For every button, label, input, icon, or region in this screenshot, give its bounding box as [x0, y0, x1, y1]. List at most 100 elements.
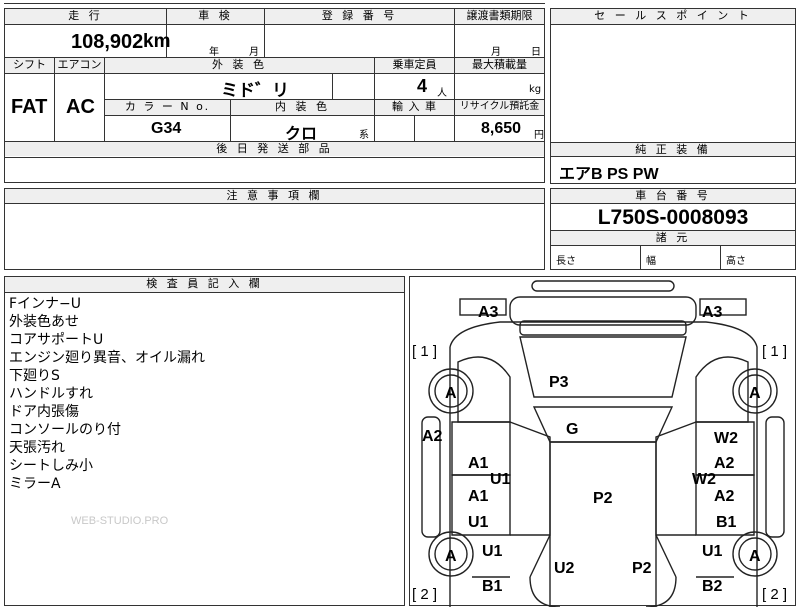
roof-right	[550, 441, 657, 607]
label-u1-left-3: U1	[482, 543, 503, 560]
chassis-title: 車 台 番 号	[551, 189, 795, 204]
width-cell: 幅	[641, 246, 721, 269]
registration-label: 登 録 番 号	[265, 9, 455, 25]
ac-cell: AC	[55, 74, 105, 142]
import-cell-b	[415, 116, 455, 142]
right-pillar	[655, 421, 697, 536]
int-color-cell: クロ 系	[231, 116, 375, 143]
load-unit: kg	[529, 84, 542, 95]
transfer-cell: 月 日	[455, 25, 544, 58]
int-color-unit: 系	[359, 130, 369, 141]
label-b1-left: B1	[482, 578, 503, 595]
right-front-fender	[695, 356, 749, 423]
length-cell: 長さ	[551, 246, 641, 269]
later-parts-label: 後 日 発 送 部 品	[5, 142, 544, 156]
recycle-label: リサイクル預託金	[455, 100, 544, 116]
note-line: 下廻りS	[9, 368, 60, 384]
capacity-label: 乗車定員	[375, 58, 455, 74]
sales-point-title: セ ー ル ス ポ イ ン ト	[551, 9, 795, 25]
label-a2-right-1: A2	[714, 455, 735, 472]
equipment-value: エアB PS PW	[559, 166, 659, 183]
left-pillar	[509, 421, 551, 536]
label-a1-left-2: A1	[468, 488, 489, 505]
label-a3-left: A3	[478, 304, 499, 321]
note-line: 天張汚れ	[9, 440, 65, 456]
equipment-title: 純 正 装 備	[551, 143, 795, 157]
note-line: 外装色あせ	[9, 314, 79, 330]
note-line: ドア内張傷	[9, 404, 79, 420]
label-a2-left: A2	[422, 428, 443, 445]
capacity-value: 4	[417, 76, 428, 96]
ac-label: エアコン	[55, 58, 105, 74]
int-color-value: クロ	[285, 126, 318, 143]
top-cut-row	[4, 0, 545, 4]
label-u2: U2	[554, 560, 575, 577]
body-outline-top	[449, 321, 758, 607]
shift-value: FAT	[11, 96, 48, 118]
label-bracket-1-left: [ 1 ]	[412, 343, 437, 360]
import-label: 輸 入 車	[375, 100, 455, 116]
inspection-cell: 年 月	[167, 25, 265, 58]
capacity-cell: 4 人	[375, 74, 455, 100]
label-tire-fr: A	[749, 385, 761, 402]
registration-cell	[265, 25, 455, 57]
inspection-year-unit: 年	[209, 47, 219, 58]
ext-color-extra-cell	[333, 74, 375, 100]
hood	[519, 336, 687, 398]
rear-left-curve	[529, 576, 561, 607]
label-bracket-2-right: [ 2 ]	[762, 586, 787, 603]
note-line: Fインナ−U	[9, 296, 82, 312]
label-tire-rr: A	[749, 548, 761, 565]
label-tire-rl: A	[445, 548, 457, 565]
recycle-unit: 円	[534, 130, 544, 141]
label-u1-left-1: U1	[490, 471, 511, 488]
label-a2-right-2: A2	[714, 488, 735, 505]
label-tire-fl: A	[445, 385, 457, 402]
label-b2-right: B2	[702, 578, 723, 595]
ext-color-value: ミド゛リ	[221, 81, 289, 100]
transfer-label: 譲渡書類期限	[455, 9, 544, 25]
inspector-notes: Fインナ−U 外装色あせ コアサポートU エンジン廻り異音、オイル漏れ 下廻りS…	[9, 295, 399, 493]
capacity-unit: 人	[437, 88, 447, 99]
color-no-value: G34	[151, 120, 182, 137]
note-line: ミラーA	[9, 476, 61, 492]
equipment-box: 純 正 装 備 エアB PS PW	[550, 142, 796, 184]
inspection-month-unit: 月	[249, 47, 259, 58]
ext-color-label: 外 装 色	[105, 58, 375, 74]
label-a1-left-1: A1	[468, 455, 489, 472]
note-line: エンジン廻り異音、オイル漏れ	[9, 350, 205, 366]
note-line: コアサポートU	[9, 332, 104, 348]
int-color-label: 内 装 色	[231, 100, 375, 116]
front-grille	[519, 320, 687, 336]
mileage-cell: 108,902 km	[5, 25, 170, 57]
mileage-label: 走 行	[5, 9, 167, 25]
chassis-box: 車 台 番 号 L750S-0008093 諸 元 長さ 幅 高さ	[550, 188, 796, 270]
left-front-fender	[457, 356, 511, 423]
later-parts-cell	[4, 157, 545, 183]
transfer-day-unit: 日	[531, 47, 541, 58]
height-label: 高さ	[726, 256, 746, 267]
caution-title: 注 意 事 項 欄	[5, 189, 544, 204]
inspection-label: 車 検	[167, 9, 265, 25]
windshield	[532, 406, 674, 443]
import-cell-a	[375, 116, 415, 142]
load-label: 最大積載量	[455, 58, 544, 74]
spec-block: シフト エアコン 外 装 色 乗車定員 最大積載量 FAT AC ミド゛リ 4 …	[4, 58, 545, 158]
shift-label: シフト	[5, 58, 55, 74]
mileage-value: 108,902	[71, 31, 144, 53]
note-line: コンソールのり付	[9, 422, 121, 438]
label-w2-right-2: W2	[692, 471, 716, 488]
label-bracket-1-right: [ 1 ]	[762, 343, 787, 360]
front-bumper-top	[531, 280, 675, 292]
right-step	[765, 416, 785, 538]
width-label: 幅	[646, 256, 656, 267]
length-label: 長さ	[556, 256, 576, 267]
label-b1-right: B1	[716, 514, 737, 531]
recycle-value: 8,650	[481, 120, 522, 137]
dims-title: 諸 元	[551, 231, 795, 246]
label-bracket-2-left: [ 2 ]	[412, 586, 437, 603]
chassis-number-cell: L750S-0008093	[551, 204, 795, 231]
transfer-month-unit: 月	[491, 47, 501, 58]
label-u1-left-2: U1	[468, 514, 489, 531]
recycle-cell: 8,650 円	[455, 116, 544, 142]
